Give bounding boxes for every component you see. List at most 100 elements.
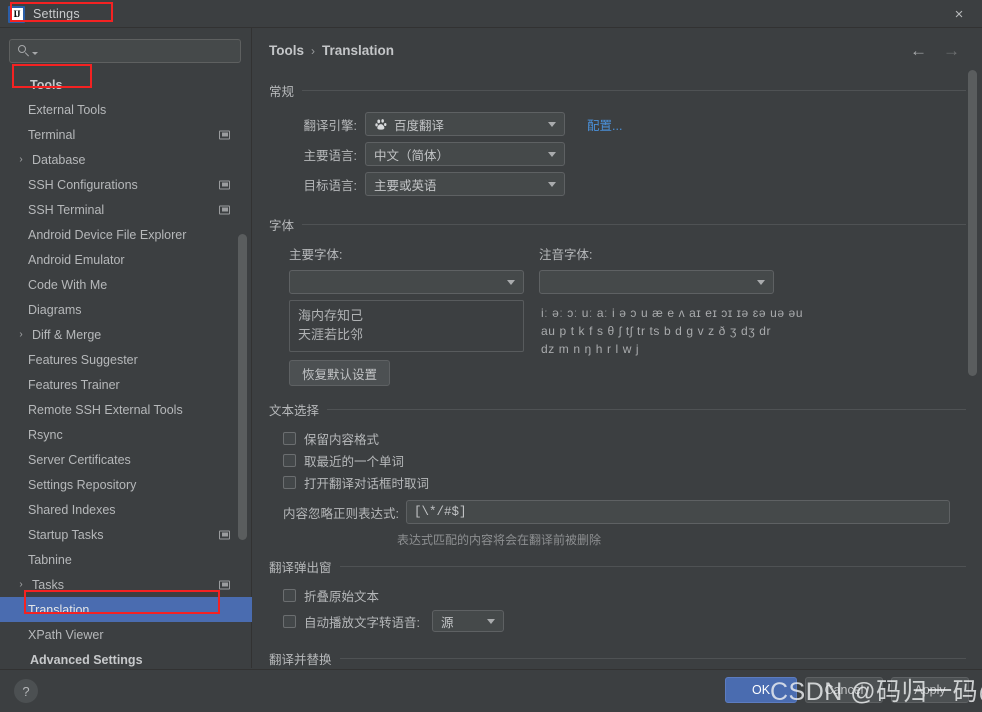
sidebar-item-translation[interactable]: Translation: [0, 597, 252, 622]
engine-value: 百度翻译: [394, 118, 445, 133]
sidebar-item-android-device-file-explorer[interactable]: Android Device File Explorer: [0, 222, 252, 247]
section-divider: [302, 89, 966, 91]
sidebar-item-database[interactable]: › Database: [0, 147, 252, 172]
nav-buttons: ← →: [910, 42, 960, 59]
configure-link[interactable]: 配置...: [587, 115, 622, 134]
font-section-title: 字体: [269, 218, 295, 233]
primary-font-combobox[interactable]: [289, 270, 524, 294]
target-language-label: 目标语言:: [303, 178, 357, 193]
regex-input[interactable]: [\*/#$]: [405, 500, 950, 524]
sidebar-item-diagrams[interactable]: Diagrams: [0, 297, 252, 322]
sidebar-item-terminal[interactable]: Terminal: [0, 122, 252, 147]
chevron-down-icon: [486, 619, 495, 624]
breadcrumb-root[interactable]: Tools: [269, 43, 304, 58]
checkbox[interactable]: [283, 453, 296, 467]
sidebar-item-label: Server Certificates: [28, 452, 131, 467]
title-bar: IJ Settings ×: [0, 0, 982, 28]
auto-tts-label: 自动播放文字转语音:: [304, 615, 420, 630]
sidebar-item-rsync[interactable]: Rsync: [0, 422, 252, 447]
auto-tts-checkbox[interactable]: [283, 614, 296, 628]
sidebar-item-tools[interactable]: Tools: [0, 72, 252, 97]
search-icon: [17, 44, 31, 58]
target-language-combobox[interactable]: 主要或英语: [365, 172, 565, 196]
project-scope-icon: [219, 205, 230, 214]
cancel-button[interactable]: Cancel: [805, 677, 883, 703]
sidebar-item-tasks[interactable]: › Tasks: [0, 572, 252, 597]
regex-label: 内容忽略正则表达式:: [283, 506, 399, 521]
sidebar-item-label: Database: [32, 152, 86, 167]
section-divider: [302, 223, 966, 225]
sidebar-item-features-trainer[interactable]: Features Trainer: [0, 372, 252, 397]
sidebar-item-features-suggester[interactable]: Features Suggester: [0, 347, 252, 372]
checkbox-label: 保留内容格式: [304, 432, 380, 447]
sidebar-item-label: Translation: [28, 602, 90, 617]
font-columns: 主要字体: 海内存知己 天涯若比邻 恢复默认设置 注音字体: iː əː ɔː …: [269, 244, 966, 386]
section-divider: [339, 565, 966, 567]
sidebar-item-label: Code With Me: [28, 277, 108, 292]
sidebar-item-advanced-settings[interactable]: Advanced Settings: [0, 647, 252, 668]
checkbox[interactable]: [283, 431, 296, 445]
chevron-down-icon: [548, 152, 556, 157]
replace-section: 翻译并替换: [269, 650, 966, 667]
sidebar-item-label: External Tools: [28, 102, 107, 117]
sidebar-item-label: Features Trainer: [28, 377, 120, 392]
sidebar-item-ssh-terminal[interactable]: SSH Terminal: [0, 197, 252, 222]
back-arrow-icon[interactable]: ←: [910, 42, 927, 59]
tts-source-value: 源: [440, 615, 454, 630]
sidebar-item-xpath-viewer[interactable]: XPath Viewer: [0, 622, 252, 647]
text-selection-option-row[interactable]: 取最近的一个单词: [283, 449, 966, 471]
sidebar-item-remote-ssh-external-tools[interactable]: Remote SSH External Tools: [0, 397, 252, 422]
phonetic-line-1: iː əː ɔː uː aː i ə ɔ u æ e ʌ aɪ eɪ ɔɪ ɪə…: [541, 306, 804, 320]
replace-section-title: 翻译并替换: [269, 652, 332, 667]
text-selection-option-row[interactable]: 保留内容格式: [283, 427, 966, 449]
sidebar-item-android-emulator[interactable]: Android Emulator: [0, 247, 252, 272]
sidebar-item-ssh-configurations[interactable]: SSH Configurations: [0, 172, 252, 197]
general-section: 常规 翻译引擎: 百度翻译 配置... 主要语言: 中文（简体） 目标语言: 主…: [269, 82, 966, 196]
breadcrumb: Tools › Translation: [269, 43, 394, 58]
sidebar-item-shared-indexes[interactable]: Shared Indexes: [0, 497, 252, 522]
sidebar-item-server-certificates[interactable]: Server Certificates: [0, 447, 252, 472]
search-box[interactable]: [9, 39, 241, 63]
search-input[interactable]: [38, 43, 240, 59]
ok-button[interactable]: OK: [725, 677, 797, 703]
sidebar-item-settings-repository[interactable]: Settings Repository: [0, 472, 252, 497]
sidebar-item-label: Android Device File Explorer: [28, 227, 187, 242]
settings-dialog: IJ Settings × Tools External Tools Termina…: [0, 0, 982, 712]
primary-language-row: 主要语言: 中文（简体）: [269, 142, 966, 166]
auto-tts-row[interactable]: 自动播放文字转语音: 源: [269, 610, 966, 632]
sidebar-scrollbar-thumb[interactable]: [238, 234, 247, 540]
apply-button[interactable]: Apply: [891, 677, 969, 703]
engine-combobox[interactable]: 百度翻译: [365, 112, 565, 136]
primary-language-combobox[interactable]: 中文（简体）: [365, 142, 565, 166]
chevron-right-icon[interactable]: ›: [14, 154, 28, 165]
chevron-down-icon: [548, 182, 556, 187]
chevron-right-icon[interactable]: ›: [14, 579, 28, 590]
sidebar-item-label: Tools: [30, 77, 63, 92]
settings-content-panel: Tools › Translation ← → 常规 翻译引擎: 百度翻译 配置…: [253, 28, 982, 668]
chevron-right-icon[interactable]: ›: [14, 329, 28, 340]
sidebar-item-external-tools[interactable]: External Tools: [0, 97, 252, 122]
sidebar-item-label: Tasks: [32, 577, 64, 592]
fold-original-text-row[interactable]: 折叠原始文本: [269, 584, 966, 606]
close-icon[interactable]: ×: [936, 0, 982, 28]
sidebar-item-label: Android Emulator: [28, 252, 125, 267]
fold-original-text-checkbox[interactable]: [283, 588, 296, 602]
sidebar-item-diff-merge[interactable]: › Diff & Merge: [0, 322, 252, 347]
breadcrumb-leaf: Translation: [322, 43, 395, 58]
text-selection-section: 文本选择 保留内容格式 取最近的一个单词 打开翻译对话框时取词 内容忽略正则表达式:…: [269, 401, 966, 548]
content-scrollbar-thumb[interactable]: [968, 70, 977, 376]
sidebar-item-code-with-me[interactable]: Code With Me: [0, 272, 252, 297]
help-icon[interactable]: ?: [14, 679, 38, 703]
chevron-down-icon: [757, 280, 765, 285]
forward-arrow-icon[interactable]: →: [943, 42, 960, 59]
restore-defaults-button[interactable]: 恢复默认设置: [289, 360, 391, 386]
phonetic-font-combobox[interactable]: [539, 270, 774, 294]
text-selection-option-row[interactable]: 打开翻译对话框时取词: [283, 471, 966, 493]
project-scope-icon: [219, 580, 230, 589]
chevron-down-icon: [507, 280, 515, 285]
sidebar-item-startup-tasks[interactable]: Startup Tasks: [0, 522, 252, 547]
checkbox[interactable]: [283, 475, 296, 489]
target-language-row: 目标语言: 主要或英语: [269, 172, 966, 196]
tts-source-combobox[interactable]: 源: [431, 610, 504, 632]
sidebar-item-tabnine[interactable]: Tabnine: [0, 547, 252, 572]
